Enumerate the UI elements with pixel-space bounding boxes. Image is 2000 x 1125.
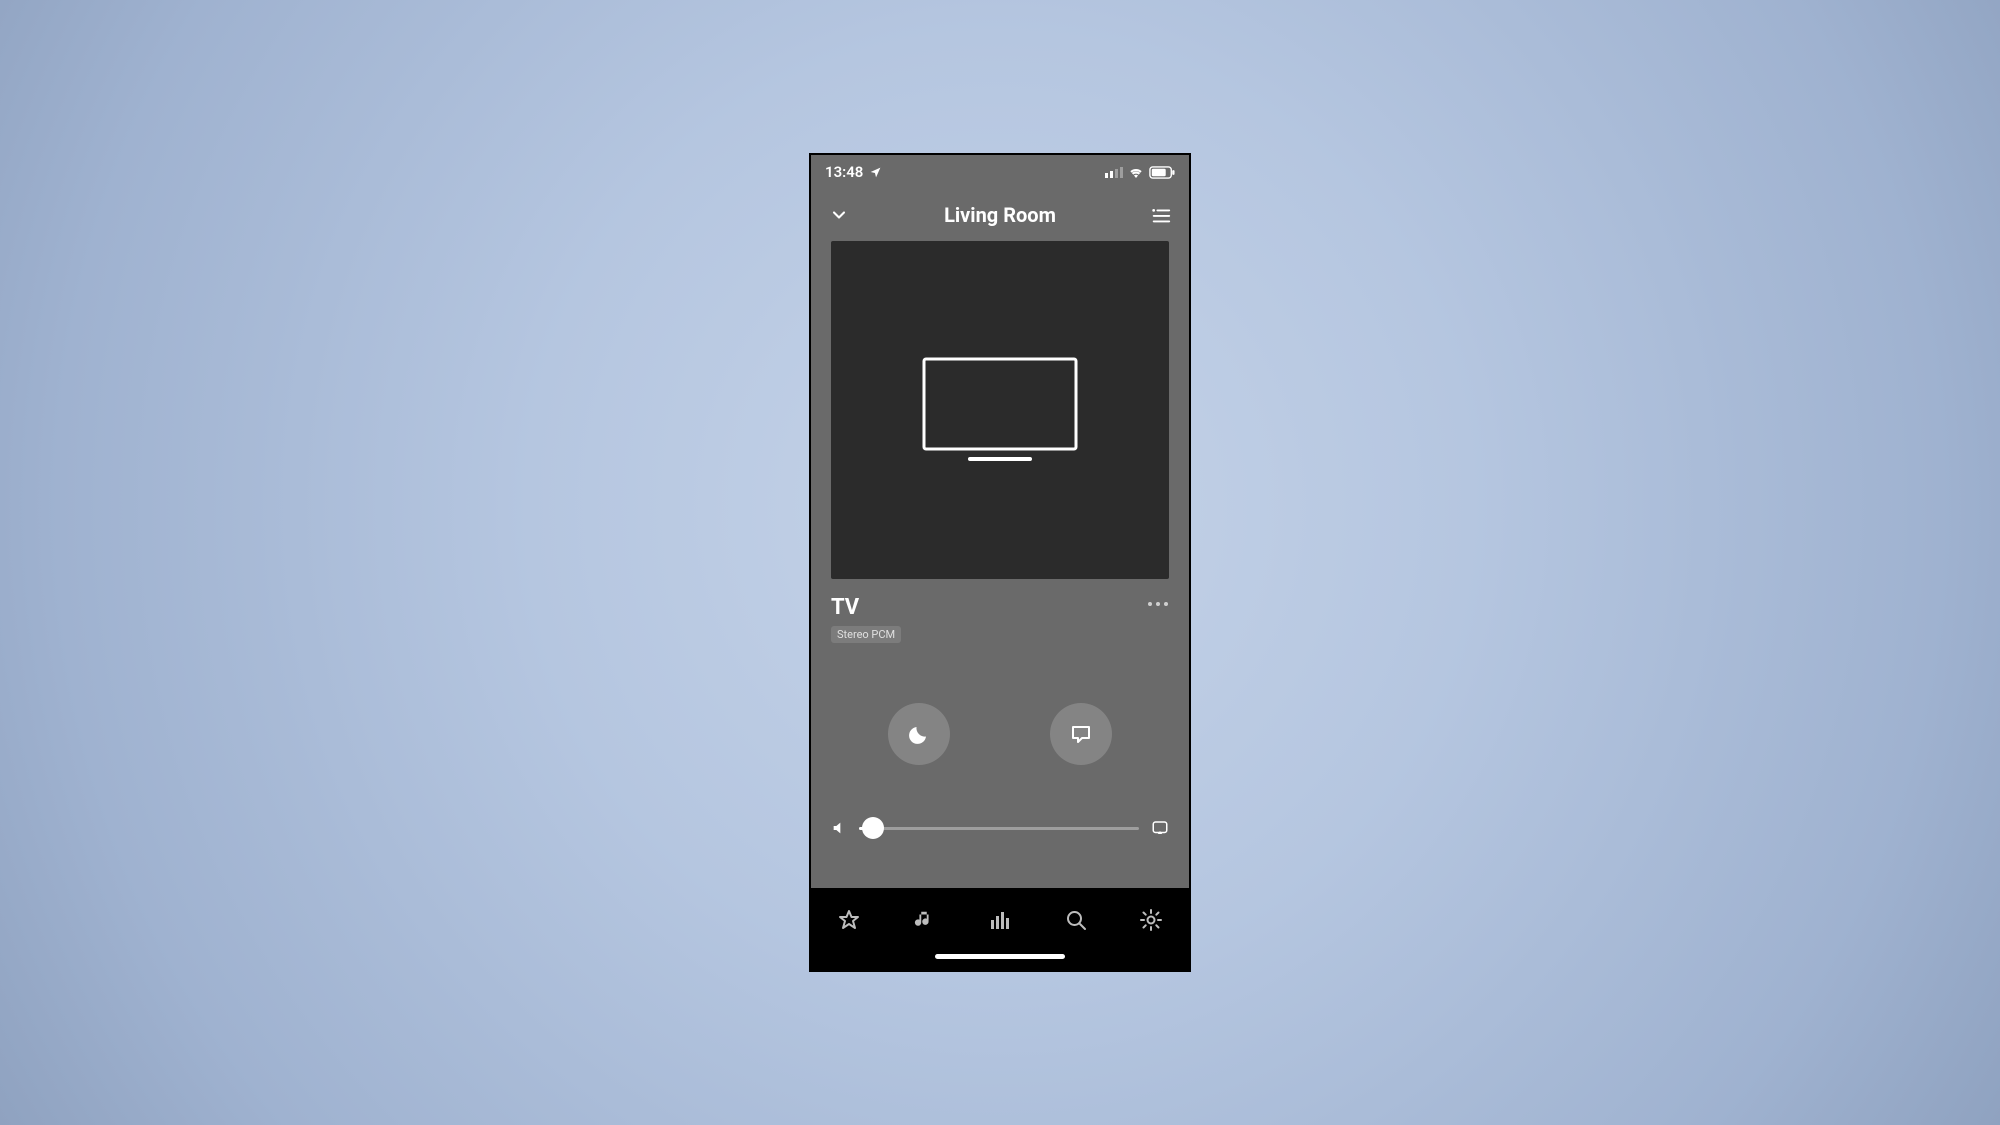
tab-favorites[interactable] bbox=[829, 908, 869, 932]
volume-slider[interactable] bbox=[859, 813, 1139, 843]
home-indicator[interactable] bbox=[935, 954, 1065, 959]
night-mode-button[interactable] bbox=[888, 703, 950, 765]
tab-settings[interactable] bbox=[1131, 908, 1171, 932]
now-playing-art bbox=[831, 241, 1169, 579]
source-name: TV bbox=[831, 595, 859, 620]
queue-button[interactable] bbox=[1147, 201, 1175, 229]
tab-rooms[interactable] bbox=[980, 908, 1020, 932]
output-picker-button[interactable] bbox=[1151, 819, 1169, 837]
status-time: 13:48 bbox=[825, 163, 863, 181]
tab-search[interactable] bbox=[1056, 908, 1096, 932]
tv-icon bbox=[920, 355, 1080, 465]
home-indicator-area bbox=[811, 948, 1189, 970]
wifi-icon bbox=[1128, 166, 1144, 178]
volume-thumb[interactable] bbox=[862, 817, 884, 839]
more-options-button[interactable] bbox=[1147, 595, 1169, 607]
collapse-button[interactable] bbox=[825, 201, 853, 229]
speech-bubble-icon bbox=[1069, 722, 1093, 746]
audio-format-badge: Stereo PCM bbox=[831, 626, 901, 643]
battery-icon bbox=[1149, 166, 1175, 179]
header: Living Room bbox=[811, 189, 1189, 241]
tab-music[interactable] bbox=[904, 909, 944, 931]
cellular-signal-icon bbox=[1105, 167, 1123, 178]
location-arrow-icon bbox=[869, 166, 882, 179]
dialogue-mode-button[interactable] bbox=[1050, 703, 1112, 765]
phone-screen: 13:48 bbox=[809, 153, 1191, 972]
moon-icon bbox=[907, 722, 931, 746]
tab-bar bbox=[811, 888, 1189, 948]
room-title: Living Room bbox=[944, 203, 1056, 227]
volume-icon bbox=[831, 820, 847, 836]
status-bar: 13:48 bbox=[811, 155, 1189, 189]
